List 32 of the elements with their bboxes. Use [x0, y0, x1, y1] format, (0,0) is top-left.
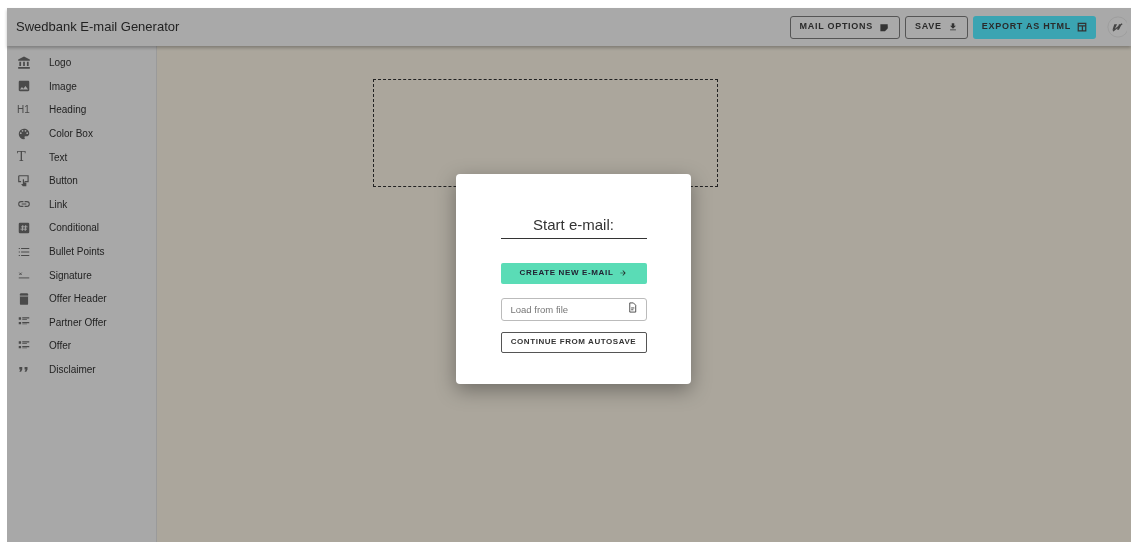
bank-icon [17, 55, 31, 70]
toolbar-button[interactable]: EXPORT AS HTML [972, 15, 1096, 39]
sidebar-item[interactable]: Color Box [7, 121, 156, 146]
sidebar-item[interactable]: Partner Offer [7, 310, 156, 335]
sidebar-item[interactable]: H1 Heading [7, 98, 156, 122]
sidebar-item[interactable]: Offer Header [7, 286, 156, 311]
item-icon: H1 [17, 102, 30, 118]
app-title: Swedbank E-mail Generator [16, 18, 180, 37]
sidebar-item[interactable]: Signature [7, 263, 156, 287]
sidebar-item[interactable]: Bullet Points [7, 239, 156, 264]
item-icon: T [17, 147, 26, 167]
sidebar-item[interactable]: Button [7, 168, 156, 193]
dialog-title: Start e-mail: [500, 214, 647, 239]
sidebar-item[interactable]: T Text [7, 145, 156, 169]
hash-box-icon [17, 220, 31, 235]
sidebar-item[interactable]: Logo [7, 51, 156, 75]
tablet-icon [17, 291, 31, 306]
image-icon [17, 79, 31, 94]
file-field[interactable]: Load from file [500, 297, 647, 321]
touch-screen-icon [17, 173, 31, 188]
toolbar-button[interactable]: SAVE [905, 15, 968, 39]
sidebar-item[interactable]: Link [7, 192, 156, 217]
toolbar-button[interactable]: MAIL OPTIONS [789, 15, 900, 39]
autosave-button[interactable]: CONTINUE FROM AUTOSAVE [500, 331, 647, 353]
create-button[interactable]: CREATE NEW E-MAIL [500, 262, 647, 284]
sidebar-item[interactable]: Image [7, 74, 156, 99]
sidebar-item[interactable]: Offer [7, 334, 156, 358]
palette-icon [17, 126, 31, 141]
sidebar-item[interactable]: Conditional [7, 216, 156, 240]
window-icon [1077, 22, 1087, 32]
file-icon [626, 301, 638, 313]
sidebar-item[interactable]: Disclaimer [7, 357, 156, 382]
